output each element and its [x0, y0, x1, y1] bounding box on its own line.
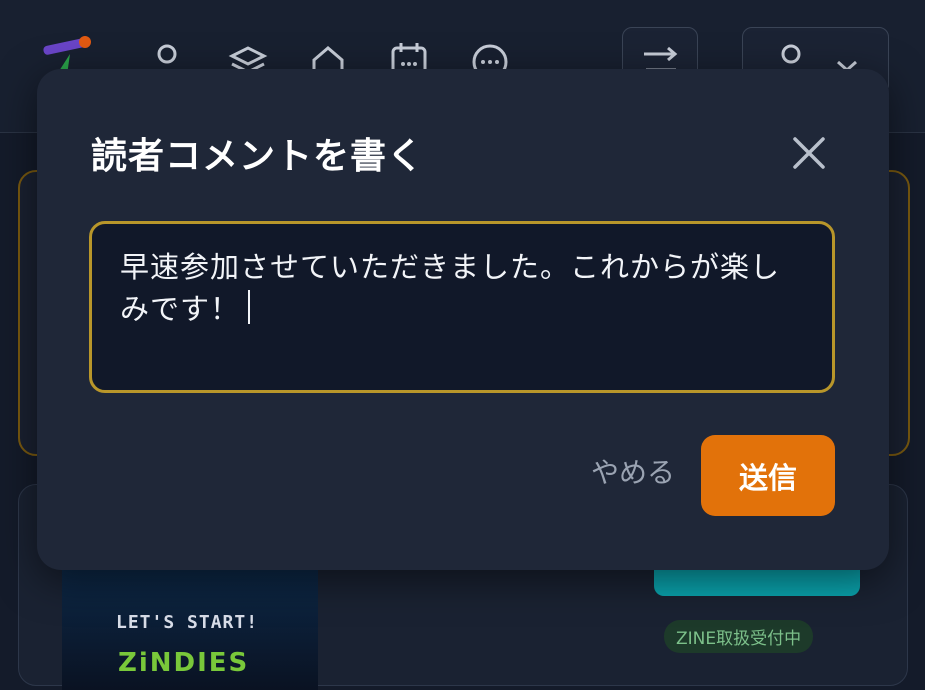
close-icon[interactable]: [791, 135, 827, 171]
teal-action-button[interactable]: [654, 566, 860, 596]
status-badge: ZINE取扱受付中: [664, 620, 814, 653]
comment-modal: 読者コメントを書く 早速参加させていただきました。これからが楽しみです！ やめる…: [37, 69, 889, 570]
send-button[interactable]: 送信: [701, 435, 835, 516]
thumbnail-subtitle: ZiNDIES: [118, 648, 250, 678]
modal-title: 読者コメントを書く: [91, 136, 425, 177]
thumbnail-title: LET'S START!: [116, 612, 259, 633]
cancel-button[interactable]: やめる: [591, 451, 675, 491]
comment-text: 早速参加させていただきました。これからが楽しみです！: [120, 250, 781, 326]
text-caret: [248, 290, 251, 324]
comment-textarea[interactable]: 早速参加させていただきました。これからが楽しみです！: [89, 221, 835, 393]
